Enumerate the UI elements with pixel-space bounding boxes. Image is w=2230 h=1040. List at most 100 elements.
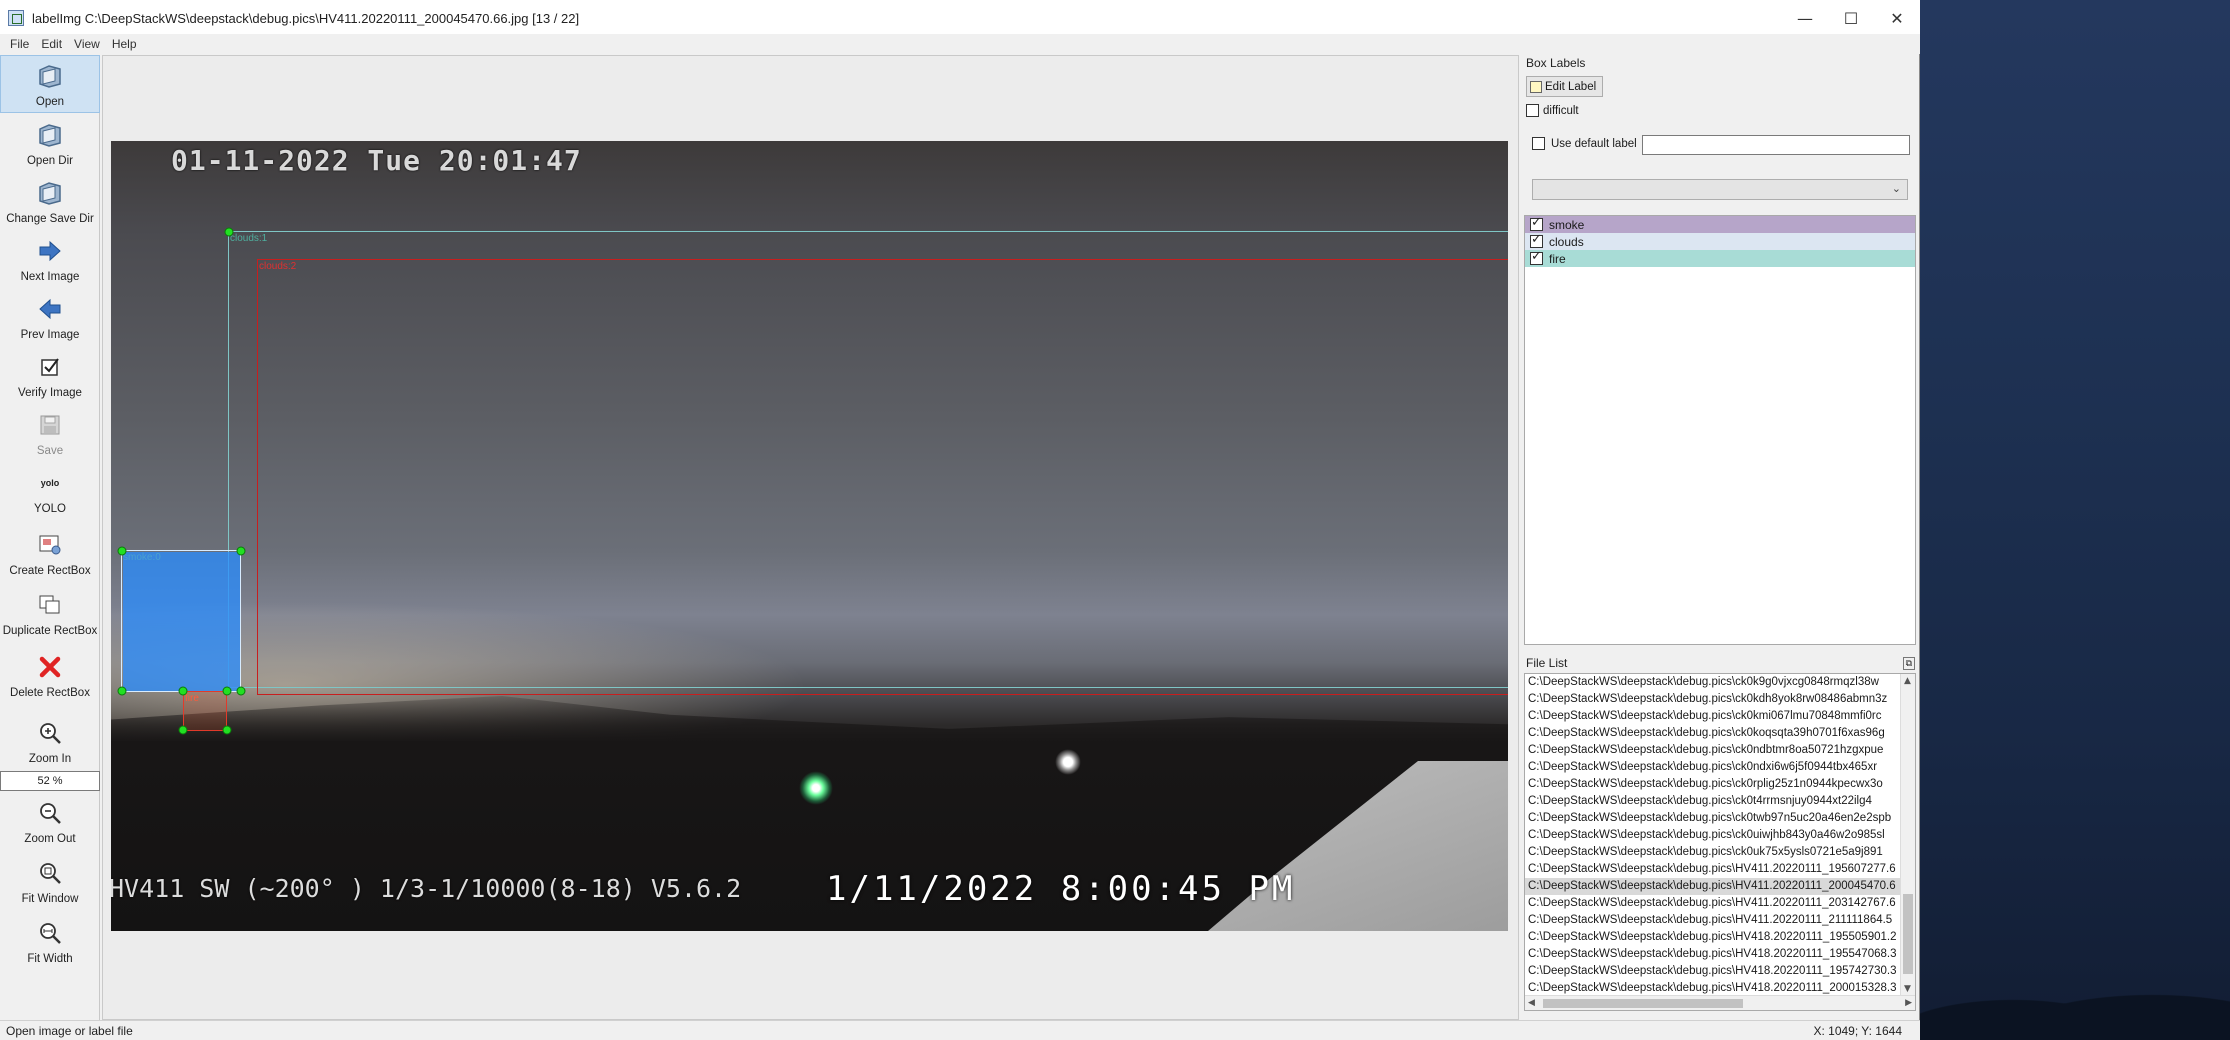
file-list-item[interactable]: C:\DeepStackWS\deepstack\debug.pics\HV41… <box>1525 963 1900 980</box>
menu-view[interactable]: View <box>68 37 106 51</box>
use-default-label-row[interactable]: Use default label <box>1532 137 1637 150</box>
bbox-handle[interactable] <box>222 686 232 696</box>
edit-label-text: Edit Label <box>1545 80 1597 93</box>
bbox-handle[interactable] <box>236 546 246 556</box>
scrollbar-thumb[interactable] <box>1903 894 1913 974</box>
save-dir-icon <box>35 179 65 207</box>
bbox-handle[interactable] <box>236 686 246 696</box>
next-image-button[interactable]: Next Image <box>0 229 100 287</box>
zoom-percent-input[interactable]: 52 % <box>0 771 100 791</box>
label-filter-combo[interactable]: ⌄ <box>1532 179 1908 200</box>
file-list-item[interactable]: C:\DeepStackWS\deepstack\debug.pics\HV41… <box>1525 929 1900 946</box>
window-controls: — ☐ ✕ <box>1782 0 1920 36</box>
file-list-item[interactable]: C:\DeepStackWS\deepstack\debug.pics\ck0k… <box>1525 708 1900 725</box>
box-labels-title-text: Box Labels <box>1526 56 1586 70</box>
bbox-handle[interactable] <box>117 686 127 696</box>
file-list-item-selected[interactable]: C:\DeepStackWS\deepstack\debug.pics\HV41… <box>1525 878 1900 895</box>
zoom-out-label: Zoom Out <box>24 833 76 845</box>
close-button[interactable]: ✕ <box>1874 0 1920 36</box>
file-list-item[interactable]: C:\DeepStackWS\deepstack\debug.pics\ck0t… <box>1525 793 1900 810</box>
file-list-item[interactable]: C:\DeepStackWS\deepstack\debug.pics\ck0u… <box>1525 827 1900 844</box>
open-dir-button[interactable]: Open Dir <box>0 113 100 171</box>
file-list-panel: File List ⧉ C:\DeepStackWS\deepstack\deb… <box>1522 655 1919 1020</box>
file-list-item[interactable]: C:\DeepStackWS\deepstack\debug.pics\ck0k… <box>1525 691 1900 708</box>
bbox-handle[interactable] <box>224 227 234 237</box>
file-list-item[interactable]: C:\DeepStackWS\deepstack\debug.pics\HV41… <box>1525 912 1900 929</box>
edit-pencil-icon <box>1530 80 1542 93</box>
label-item-smoke[interactable]: smoke <box>1525 215 1915 233</box>
bbox-clouds-2[interactable]: clouds:2 <box>257 259 1508 695</box>
label-checkbox[interactable] <box>1530 249 1543 265</box>
file-list-item[interactable]: C:\DeepStackWS\deepstack\debug.pics\HV41… <box>1525 861 1900 878</box>
green-light <box>799 771 833 805</box>
label-list[interactable]: smoke clouds fire <box>1524 215 1916 645</box>
cursor-coordinates: X: 1049; Y: 1644 <box>1813 1024 1902 1038</box>
save-icon <box>35 411 65 439</box>
zoom-out-button[interactable]: Zoom Out <box>0 793 100 849</box>
file-list-item[interactable]: C:\DeepStackWS\deepstack\debug.pics\ck0n… <box>1525 759 1900 776</box>
label-checkbox[interactable] <box>1530 215 1543 231</box>
zoom-in-label: Zoom In <box>28 753 72 765</box>
bbox-handle[interactable] <box>117 546 127 556</box>
bbox-handle[interactable] <box>222 725 232 735</box>
bbox-label-smoke-0: smoke:0 <box>123 552 161 563</box>
scroll-down-icon[interactable]: ▼ <box>1904 984 1911 994</box>
verify-image-button[interactable]: Verify Image <box>0 345 100 403</box>
menu-help[interactable]: Help <box>106 37 143 51</box>
bbox-handle[interactable] <box>178 725 188 735</box>
duplicate-rectbox-label: Duplicate RectBox <box>2 625 98 637</box>
scroll-left-icon[interactable]: ◀ <box>1528 998 1535 1008</box>
delete-rectbox-button[interactable]: Delete RectBox <box>0 641 100 703</box>
format-yolo-button[interactable]: yolo YOLO <box>0 461 100 519</box>
default-label-input[interactable] <box>1642 135 1910 155</box>
menu-edit[interactable]: Edit <box>35 37 68 51</box>
left-toolbar: Open Open Dir Change Save Dir Next Image… <box>0 55 100 1020</box>
file-list-horizontal-scrollbar[interactable]: ◀ ▶ <box>1525 995 1915 1010</box>
file-list-vertical-scrollbar[interactable]: ▲ ▼ <box>1900 674 1915 996</box>
bbox-smoke-0[interactable]: smoke:0 <box>121 550 241 692</box>
label-item-fire[interactable]: fire <box>1525 249 1915 267</box>
bbox-handle[interactable] <box>178 686 188 696</box>
window-title: labelImg C:\DeepStackWS\deepstack\debug.… <box>32 10 580 26</box>
prev-image-button[interactable]: Prev Image <box>0 287 100 345</box>
box-labels-panel: Box Labels Edit Label difficult Use defa… <box>1522 55 1919 655</box>
file-list-item[interactable]: C:\DeepStackWS\deepstack\debug.pics\ck0t… <box>1525 810 1900 827</box>
file-list-item[interactable]: C:\DeepStackWS\deepstack\debug.pics\ck0u… <box>1525 844 1900 861</box>
minimize-button[interactable]: — <box>1782 0 1828 36</box>
file-list-item[interactable]: C:\DeepStackWS\deepstack\debug.pics\ck0n… <box>1525 742 1900 759</box>
menu-file[interactable]: File <box>4 37 35 51</box>
file-list[interactable]: C:\DeepStackWS\deepstack\debug.pics\ck0k… <box>1524 673 1916 1011</box>
fit-window-button[interactable]: Fit Window <box>0 849 100 909</box>
float-panel-icon[interactable]: ⧉ <box>1902 656 1915 670</box>
scrollbar-thumb[interactable] <box>1543 999 1743 1008</box>
use-default-label-checkbox[interactable] <box>1532 137 1545 150</box>
osd-timestamp-top: 01-11-2022 Tue 20:01:47 <box>171 144 582 177</box>
verify-image-label: Verify Image <box>18 387 82 399</box>
create-rectbox-button[interactable]: Create RectBox <box>0 519 100 581</box>
camera-image[interactable]: 01-11-2022 Tue 20:01:47 HV411 SW (~200° … <box>111 141 1508 931</box>
delete-rectbox-label: Delete RectBox <box>10 687 90 699</box>
file-list-item[interactable]: C:\DeepStackWS\deepstack\debug.pics\HV41… <box>1525 946 1900 963</box>
label-item-clouds[interactable]: clouds <box>1525 232 1915 250</box>
fit-width-button[interactable]: Fit Width <box>0 909 100 969</box>
label-checkbox[interactable] <box>1530 232 1543 248</box>
file-list-item[interactable]: C:\DeepStackWS\deepstack\debug.pics\ck0k… <box>1525 674 1900 691</box>
file-list-item[interactable]: C:\DeepStackWS\deepstack\debug.pics\ck0r… <box>1525 776 1900 793</box>
edit-label-button[interactable]: Edit Label <box>1526 76 1603 97</box>
change-save-dir-button[interactable]: Change Save Dir <box>0 171 100 229</box>
format-label: YOLO <box>34 503 66 515</box>
bbox-fire[interactable]: fire <box>183 691 227 731</box>
save-button[interactable]: Save <box>0 403 100 461</box>
file-list-item[interactable]: C:\DeepStackWS\deepstack\debug.pics\ck0k… <box>1525 725 1900 742</box>
difficult-checkbox[interactable] <box>1526 104 1539 117</box>
scroll-right-icon[interactable]: ▶ <box>1905 998 1912 1008</box>
title-bar[interactable]: labelImg C:\DeepStackWS\deepstack\debug.… <box>0 0 1920 36</box>
zoom-in-button[interactable]: Zoom In <box>0 703 100 769</box>
maximize-button[interactable]: ☐ <box>1828 0 1874 36</box>
file-list-item[interactable]: C:\DeepStackWS\deepstack\debug.pics\HV41… <box>1525 895 1900 912</box>
open-button[interactable]: Open <box>0 55 100 113</box>
chevron-down-icon: ⌄ <box>1891 182 1901 195</box>
duplicate-rectbox-button[interactable]: Duplicate RectBox <box>0 581 100 641</box>
scroll-up-icon[interactable]: ▲ <box>1904 676 1911 686</box>
difficult-checkbox-row[interactable]: difficult <box>1526 104 1579 117</box>
